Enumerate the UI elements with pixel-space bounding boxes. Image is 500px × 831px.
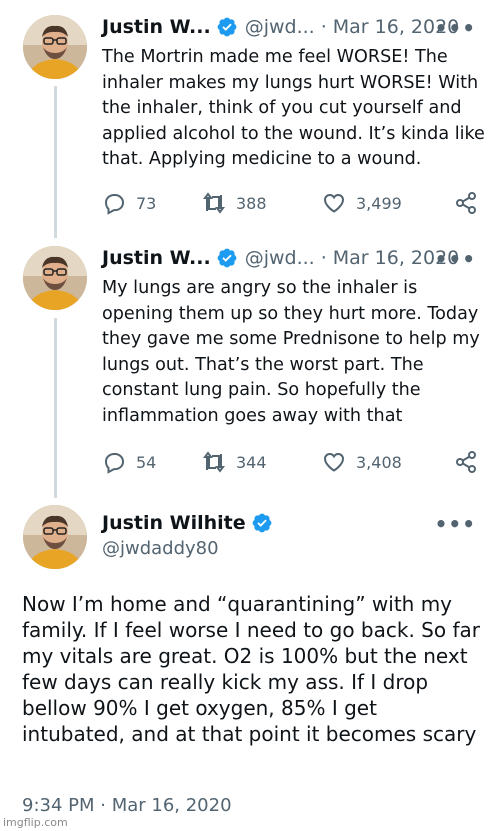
tweet-header: Justin W... @jwd... · Mar 16, 2020 [102,247,459,269]
more-icon[interactable]: ••• [435,512,476,536]
reply-button[interactable]: 73 [102,191,156,215]
share-button[interactable] [454,191,478,215]
like-count: 3,499 [356,193,402,213]
tweet-actions: 73 388 3,499 [102,191,482,219]
reply-icon [104,453,125,474]
like-button[interactable]: 3,408 [322,450,402,474]
retweet-icon [203,192,225,214]
avatar[interactable] [23,246,87,310]
share-icon [456,192,476,214]
author-handle[interactable]: @jwd... [245,247,315,269]
retweet-icon [203,451,225,473]
avatar[interactable] [23,505,87,569]
verified-badge-icon [216,247,238,269]
author-name[interactable]: Justin Wilhite [102,512,246,534]
like-count: 3,408 [356,452,402,472]
tweet-text: The Mortrin made me feel WORSE! The inha… [102,47,485,169]
like-button[interactable]: 3,499 [322,191,402,215]
more-icon[interactable]: ••• [435,247,476,271]
share-button[interactable] [454,450,478,474]
tweet-header: Justin W... @jwd... · Mar 16, 2020 [102,16,459,38]
share-icon [456,451,476,473]
author-handle[interactable]: @jwdaddy80 [102,538,219,559]
tweet-timestamp[interactable]: 9:34 PM · Mar 16, 2020 [22,795,232,816]
reply-icon [104,194,125,215]
like-icon [323,193,345,213]
reply-button[interactable]: 54 [102,450,156,474]
retweet-count: 344 [236,452,267,472]
verified-badge-icon [216,16,238,38]
retweet-button[interactable]: 344 [202,450,267,474]
verified-badge-icon [251,512,273,534]
watermark: imgflip.com [3,816,68,829]
author-name-row: Justin Wilhite [102,512,273,534]
author-name[interactable]: Justin W... [102,247,211,269]
author-handle[interactable]: @jwd... [245,16,315,38]
avatar[interactable] [23,15,87,79]
tweet-text: Now I’m home and “quarantining” with my … [22,592,480,746]
reply-count: 73 [136,193,157,213]
thread-connector-line [54,318,57,498]
tweet-text: My lungs are angry so the inhaler is ope… [102,278,480,426]
more-icon[interactable]: ••• [435,16,476,40]
tweet-actions: 54 344 3,408 [102,450,482,478]
retweet-count: 388 [236,193,267,213]
thread-connector-line [54,86,57,238]
retweet-button[interactable]: 388 [202,191,267,215]
separator-dot: · [320,247,327,269]
author-name[interactable]: Justin W... [102,16,211,38]
separator-dot: · [320,16,327,38]
reply-count: 54 [136,452,157,472]
like-icon [323,452,345,472]
